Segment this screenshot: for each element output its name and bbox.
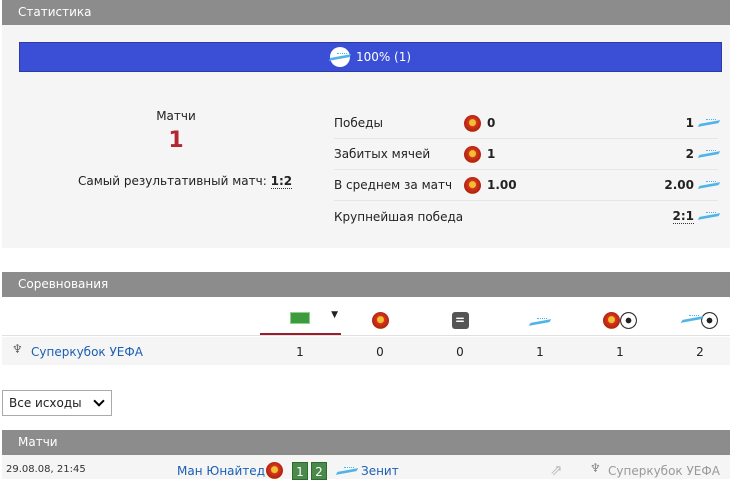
stat-left: 0	[487, 116, 496, 130]
ball-icon	[620, 312, 637, 329]
draw-icon: =	[451, 312, 469, 329]
competition-row: ♆ Суперкубок УЕФА 1 0 0 1 1 2	[2, 337, 730, 365]
stat-right: 2.00	[664, 178, 694, 192]
cell: 2	[696, 345, 704, 359]
column-matches[interactable]: ▼	[260, 310, 340, 327]
zenit-icon	[338, 467, 356, 476]
zenit-icon	[329, 47, 350, 67]
stat-label: В среднем за матч	[334, 178, 453, 192]
matches-count: 1	[168, 128, 184, 153]
result-distribution-bar: 100% (1)	[19, 42, 722, 72]
competitions-header: Соревнования	[2, 272, 730, 297]
cell: 1	[296, 345, 304, 359]
column-zenit-goals[interactable]	[660, 312, 730, 329]
zenit-icon	[700, 149, 718, 159]
stat-row-goals: Забитых мячей 1 2	[334, 139, 718, 170]
zenit-icon	[683, 315, 701, 324]
man-utd-icon	[464, 114, 481, 132]
stat-row-biggest-win: Крупнейшая победа 2:1	[334, 201, 718, 232]
filter-value: Все исходы	[9, 396, 82, 410]
away-score: 2	[311, 462, 327, 480]
stats-header: Статистика	[2, 0, 730, 25]
outcome-filter-select[interactable]: Все исходы	[2, 390, 112, 416]
external-link-icon[interactable]: ⇗	[550, 461, 563, 479]
trophy-icon: ♆	[12, 342, 23, 356]
active-sort-underline	[260, 333, 341, 335]
stat-label: Победы	[334, 116, 383, 130]
match-row[interactable]: 29.08.08, 21:45 Ман Юнайтед 1 2 Зенит ⇗ …	[2, 455, 730, 480]
zenit-icon	[531, 318, 549, 327]
matches-header: Матчи	[2, 430, 730, 455]
stat-left: 1.00	[487, 178, 517, 192]
ball-icon	[700, 312, 718, 329]
top-match-score[interactable]: 1:2	[270, 174, 293, 189]
top-match: Самый результативный матч: 1:2	[78, 174, 293, 189]
competition-link[interactable]: Суперкубок УЕФА	[31, 345, 143, 359]
away-team-link[interactable]: Зенит	[361, 464, 399, 478]
column-zenit-wins[interactable]	[500, 316, 580, 330]
bar-label: 100% (1)	[355, 50, 412, 64]
stat-right: 2	[685, 147, 694, 161]
stats-title: Статистика	[18, 5, 92, 19]
cell: 1	[536, 345, 544, 359]
cell: 0	[456, 345, 464, 359]
pitch-icon	[290, 312, 310, 324]
stat-label: Крупнейшая победа	[334, 209, 464, 224]
man-utd-icon	[266, 462, 283, 479]
zenit-icon	[700, 118, 718, 128]
column-draws[interactable]: =	[420, 312, 500, 329]
stat-right: 1	[685, 116, 694, 130]
matches-title: Матчи	[18, 435, 58, 449]
competitions-title: Соревнования	[18, 277, 109, 291]
stat-row-wins: Победы 0 1	[334, 108, 718, 139]
cell: 0	[376, 345, 384, 359]
man-utd-icon	[371, 312, 389, 329]
zenit-icon	[700, 212, 718, 221]
man-utd-icon	[603, 312, 620, 329]
home-score: 1	[292, 462, 308, 480]
matches-label: Матчи	[156, 109, 196, 123]
stat-label: Забитых мячей	[334, 147, 431, 161]
chevron-down-icon	[93, 395, 105, 407]
home-team-link[interactable]: Ман Юнайтед	[177, 464, 265, 478]
top-match-label: Самый результативный матч:	[78, 174, 267, 188]
column-man-utd-goals[interactable]	[580, 312, 660, 329]
trophy-icon: ♆	[590, 461, 601, 475]
man-utd-icon	[464, 145, 481, 163]
cell: 1	[616, 345, 624, 359]
match-competition: Суперкубок УЕФА	[608, 464, 720, 478]
stat-left: 1	[487, 147, 496, 161]
sort-desc-icon: ▼	[331, 310, 338, 320]
stat-row-average: В среднем за матч 1.00 2.00	[334, 170, 718, 201]
stat-right[interactable]: 2:1	[672, 209, 694, 224]
column-man-utd-wins[interactable]	[340, 312, 420, 329]
match-date: 29.08.08, 21:45	[6, 464, 86, 475]
zenit-icon	[700, 180, 718, 190]
man-utd-icon	[464, 176, 481, 194]
